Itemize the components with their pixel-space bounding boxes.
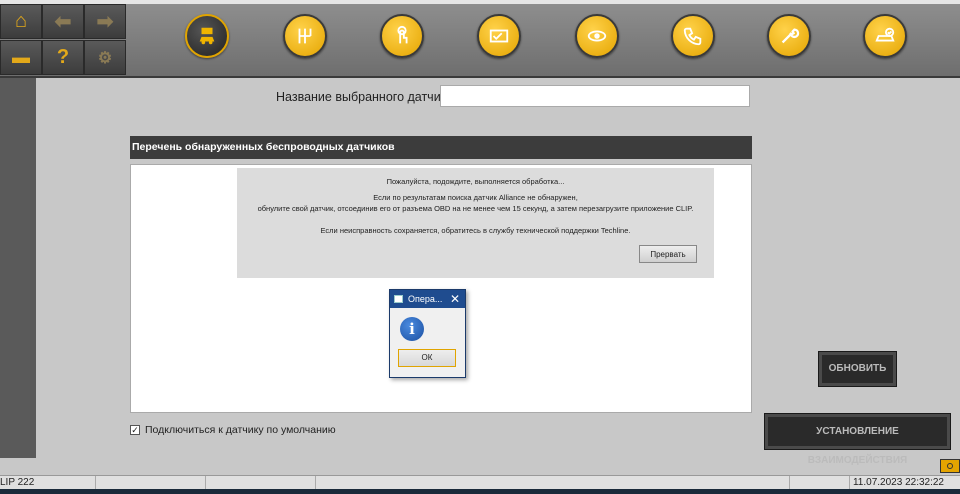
home-button[interactable]: ⌂ [0,4,42,39]
ok-button[interactable]: ОК [398,349,456,367]
info-dialog: Опера... ✕ i ОК [389,289,466,378]
abort-button[interactable]: Прервать [639,245,697,263]
forward-arrow-icon: ➡ [96,11,114,33]
car-sensor-button[interactable] [575,14,619,58]
car-sensor-icon [587,30,607,42]
vehicle-check-icon [875,27,895,42]
diagnostic-button[interactable] [185,14,229,58]
diagnostic-message-icon [199,27,215,45]
home-icon: ⌂ [14,10,28,32]
back-button[interactable]: ⬅ [42,4,84,39]
establish-connection-button[interactable]: УСТАНОВЛЕНИЕ ВЗАИМОДЕЙСТВИЯ [764,413,951,466]
gearbox-button[interactable] [283,14,327,58]
dialog-title-bar: Опера... ✕ [390,290,465,308]
touch-button[interactable] [380,14,424,58]
status-cell [206,476,316,490]
message-line: Пожалуйста, подождите, выполняется обраб… [386,177,565,186]
status-cell [96,476,206,490]
sensor-list-header: Перечень обнаруженных беспроводных датчи… [130,136,752,159]
touch-icon [397,25,408,44]
refresh-button[interactable]: ОБНОВИТЬ [818,351,897,387]
camera-icon[interactable] [940,459,960,473]
wrench-icon [781,28,800,44]
help-icon: ? [56,46,70,68]
status-bar: LIP 222 11.07.2023 22:32:22 [0,475,960,490]
phone-support-button[interactable] [671,14,715,58]
phone-support-icon [683,27,702,46]
main-toolbar: ⌂ ⬅ ➡ ▬ ? ⚙ [0,4,960,78]
vehicle-settings-button[interactable]: ⚙ [84,40,126,75]
back-arrow-icon: ⬅ [54,11,72,33]
taskbar [0,489,960,494]
dialog-title: Опера... [408,294,443,304]
print-button[interactable]: ▬ [0,40,42,75]
card-button[interactable] [477,14,521,58]
nav-buttons: ⌂ ⬅ ➡ ▬ ? ⚙ [0,4,126,76]
default-sensor-checkbox[interactable]: ✓ [130,425,140,435]
left-sidebar [0,78,36,458]
status-cell [316,476,790,490]
forward-button[interactable]: ➡ [84,4,126,39]
vehicle-check-button[interactable] [863,14,907,58]
vehicle-settings-icon: ⚙ [97,49,113,67]
status-app-version: LIP 222 [0,476,96,490]
help-button[interactable]: ? [42,40,84,75]
message-line: Если по результатам поиска датчик Allian… [373,193,578,202]
default-sensor-option[interactable]: ✓ Подключиться к датчику по умолчанию [130,424,336,436]
info-icon: i [400,317,424,341]
gearbox-icon [298,28,312,44]
printer-icon: ▬ [12,47,30,67]
app-window-icon [394,295,403,303]
tools-button[interactable] [767,14,811,58]
default-sensor-label: Подключиться к датчику по умолчанию [145,424,336,436]
card-icon [489,29,509,43]
message-line: Если неисправность сохраняется, обратите… [320,226,631,235]
close-icon[interactable]: ✕ [450,290,460,308]
sensor-name-field[interactable] [440,85,750,107]
sensor-name-label: Название выбранного датчика [276,90,454,104]
module-buttons [185,14,925,68]
status-datetime: 11.07.2023 22:32:22 [852,477,944,488]
status-cell [790,476,850,490]
message-line: обнулите свой датчик, отсоединив его от … [257,204,694,213]
